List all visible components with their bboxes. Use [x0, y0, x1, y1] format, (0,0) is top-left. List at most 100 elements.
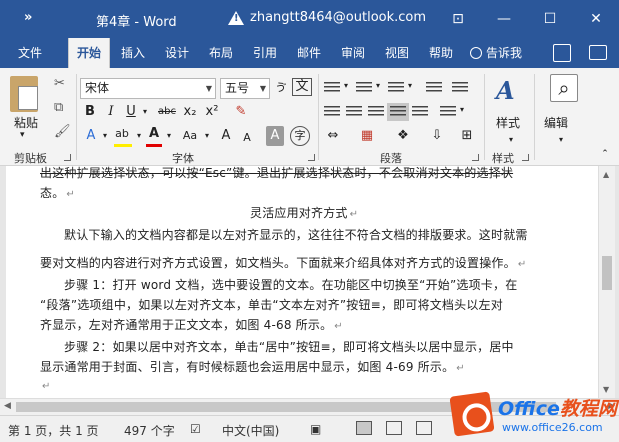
shading-icon[interactable]: ❖: [392, 126, 414, 146]
line-spacing-dropdown-icon[interactable]: ▾: [458, 100, 466, 120]
tab-insert[interactable]: 插入: [116, 38, 150, 68]
text-effects-dropdown-icon[interactable]: ▾: [100, 126, 110, 146]
word-count[interactable]: 497 个字: [124, 422, 175, 439]
group-label-paragraph: 段落: [380, 152, 402, 165]
doc-line: 默认下输入的文档内容都是以左对齐显示的，这往往不符合文档的排版要求。这时就需: [64, 228, 528, 242]
sort-icon[interactable]: ▦: [356, 126, 378, 146]
tab-home[interactable]: 开始: [68, 38, 110, 68]
increase-indent-icon[interactable]: [452, 82, 468, 94]
chinese-layout-icon[interactable]: ⇔: [322, 126, 344, 146]
proofing-icon[interactable]: ☑: [190, 422, 201, 436]
account-email: zhangtt8464@outlook.com: [250, 10, 427, 25]
strikethrough-button[interactable]: abc: [154, 102, 180, 122]
format-painter-icon[interactable]: 🖌: [54, 124, 71, 139]
font-launcher-icon[interactable]: [308, 154, 315, 161]
cut-icon[interactable]: ✂: [54, 76, 65, 91]
paste-icon[interactable]: [10, 76, 38, 112]
superscript-button[interactable]: x²: [202, 102, 222, 122]
document-page[interactable]: 出这种扩展选择状态，可以按“Esc”键。退出扩展选择状态时，不会取消对文本的选择…: [6, 166, 598, 398]
change-case-dropdown-icon[interactable]: ▾: [202, 126, 212, 146]
change-case-button[interactable]: Aa: [178, 126, 202, 146]
language-status[interactable]: 中文(中国): [222, 422, 279, 439]
styles-icon[interactable]: A: [496, 76, 515, 105]
minimize-button[interactable]: —: [481, 0, 527, 38]
page-count[interactable]: 第 1 页，共 1 页: [8, 422, 99, 439]
share-icon[interactable]: [553, 44, 571, 62]
account-area[interactable]: zhangtt8464@outlook.com: [228, 10, 426, 25]
tab-references[interactable]: 引用: [248, 38, 282, 68]
print-layout-icon[interactable]: [386, 421, 402, 435]
editing-dropdown-icon[interactable]: ▾: [556, 130, 566, 150]
vertical-scroll-thumb[interactable]: [602, 256, 612, 290]
numbering-dropdown-icon[interactable]: ▾: [374, 76, 382, 96]
ribbon-display-options-icon[interactable]: ⊡: [435, 0, 481, 38]
numbering-icon[interactable]: [356, 82, 372, 94]
tab-file[interactable]: 文件: [12, 38, 48, 68]
justify-icon[interactable]: [387, 103, 409, 121]
font-color-button[interactable]: A: [146, 124, 162, 144]
group-separator: [318, 74, 319, 160]
align-right-icon[interactable]: [368, 106, 384, 118]
underline-button[interactable]: U: [124, 102, 138, 122]
scroll-left-icon[interactable]: ◀: [4, 401, 11, 411]
paragraph-launcher-icon[interactable]: [472, 154, 479, 161]
decrease-indent-icon[interactable]: [426, 82, 442, 94]
line-spacing-icon[interactable]: [440, 106, 456, 118]
styles-dropdown-icon[interactable]: ▾: [506, 130, 516, 150]
editing-button[interactable]: 编辑: [544, 114, 568, 131]
search-icon[interactable]: ⌕: [550, 74, 578, 102]
subscript-button[interactable]: x₂: [180, 102, 200, 122]
phonetic-guide-icon[interactable]: ゔ: [272, 78, 290, 98]
clear-formatting-icon[interactable]: ✎: [232, 102, 250, 122]
chevron-down-icon: ▼: [205, 84, 212, 93]
font-size-combo[interactable]: 五号 ▼: [220, 78, 270, 99]
font-name-combo[interactable]: 宋体 ▼: [80, 78, 216, 99]
italic-button[interactable]: I: [104, 102, 118, 122]
align-left-icon[interactable]: [324, 106, 340, 118]
multilevel-list-icon[interactable]: [388, 82, 404, 94]
shrink-font-button[interactable]: A: [240, 128, 254, 148]
character-shading-button[interactable]: A: [266, 126, 284, 146]
bullets-dropdown-icon[interactable]: ▾: [342, 76, 350, 96]
underline-dropdown-icon[interactable]: ▾: [140, 102, 150, 122]
multilevel-dropdown-icon[interactable]: ▾: [406, 76, 414, 96]
styles-launcher-icon[interactable]: [522, 154, 529, 161]
tab-mailings[interactable]: 邮件: [292, 38, 326, 68]
font-color-dropdown-icon[interactable]: ▾: [164, 126, 174, 146]
vertical-scrollbar[interactable]: ▲ ▼: [598, 166, 615, 398]
close-button[interactable]: ✕: [573, 0, 619, 38]
clipboard-launcher-icon[interactable]: [64, 154, 71, 161]
maximize-button[interactable]: ☐: [527, 0, 573, 38]
styles-button[interactable]: 样式: [496, 114, 520, 131]
warning-icon: [228, 10, 244, 25]
distributed-icon[interactable]: [412, 106, 428, 118]
grow-font-button[interactable]: A: [218, 126, 234, 146]
wen-button[interactable]: 文: [292, 78, 312, 96]
paste-dropdown-icon[interactable]: ▾: [20, 130, 25, 140]
scroll-up-icon[interactable]: ▲: [603, 170, 609, 179]
bullets-icon[interactable]: [324, 82, 340, 94]
tab-help[interactable]: 帮助: [424, 38, 458, 68]
align-center-icon[interactable]: [346, 106, 362, 118]
font-name-value: 宋体: [85, 81, 110, 95]
borders-icon[interactable]: ⊞: [458, 126, 476, 146]
macro-record-icon[interactable]: ▣: [310, 422, 321, 436]
highlight-dropdown-icon[interactable]: ▾: [134, 126, 144, 146]
tab-view[interactable]: 视图: [380, 38, 414, 68]
collapse-ribbon-icon[interactable]: ⌃: [598, 144, 612, 164]
show-hide-marks-icon[interactable]: ⇩: [426, 126, 448, 146]
web-layout-icon[interactable]: [416, 421, 432, 435]
copy-icon[interactable]: ⧉: [54, 100, 63, 115]
quick-access-more-icon[interactable]: »: [24, 10, 32, 25]
text-effects-button[interactable]: A: [82, 126, 100, 146]
enclose-characters-button[interactable]: 字: [290, 126, 310, 146]
highlight-button[interactable]: ab: [112, 124, 132, 144]
read-mode-icon[interactable]: [356, 421, 372, 435]
bold-button[interactable]: B: [82, 102, 98, 122]
tab-design[interactable]: 设计: [160, 38, 194, 68]
paste-button[interactable]: 粘贴: [14, 114, 38, 131]
tab-review[interactable]: 审阅: [336, 38, 370, 68]
tell-me-search[interactable]: 告诉我: [470, 38, 522, 68]
tab-layout[interactable]: 布局: [204, 38, 238, 68]
comments-icon[interactable]: [589, 45, 607, 60]
